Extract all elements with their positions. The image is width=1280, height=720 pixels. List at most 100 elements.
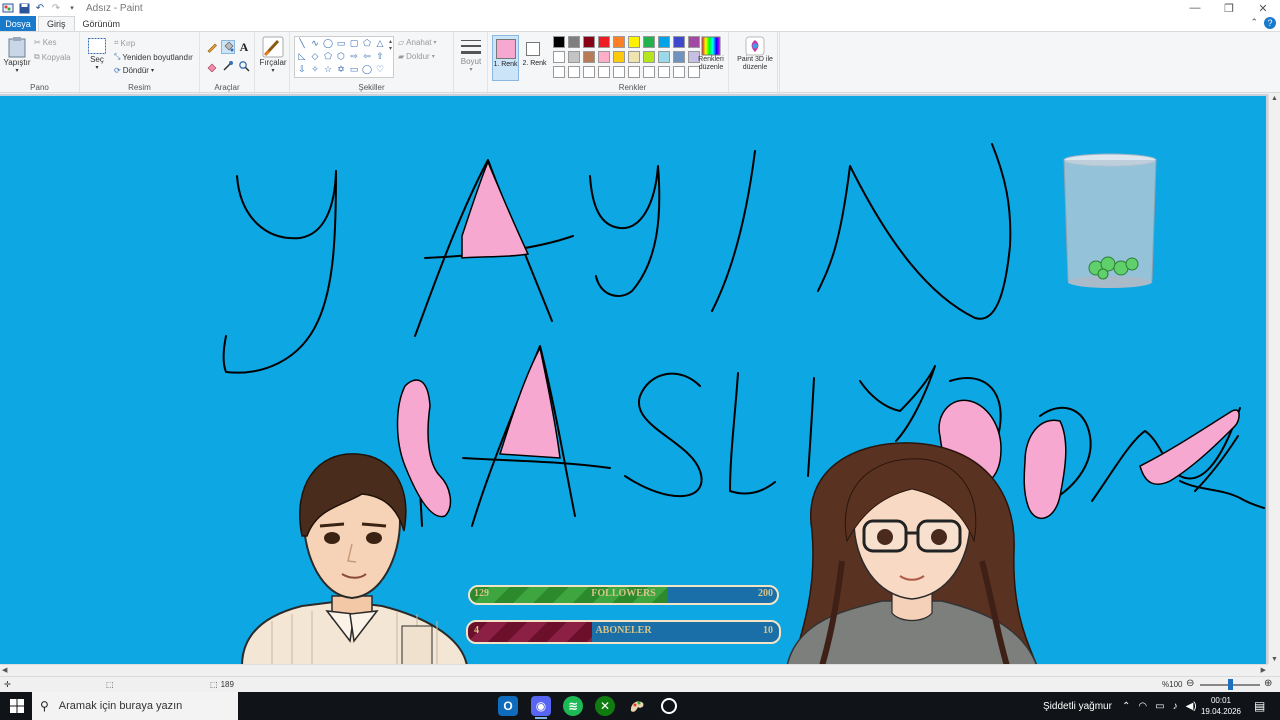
zoom-slider-thumb[interactable] bbox=[1228, 679, 1233, 690]
palette-color-swatch[interactable] bbox=[598, 36, 610, 48]
drawing-canvas[interactable]: 129 FOLLOWERS 200 4 ABONELER 10 bbox=[0, 96, 1266, 664]
outlook-app-icon[interactable]: O bbox=[498, 696, 518, 716]
palette-color-swatch[interactable] bbox=[658, 66, 670, 78]
pentagon-shape-icon[interactable]: ⬠ bbox=[322, 51, 334, 62]
callout-rectangle-shape-icon[interactable]: ▭ bbox=[348, 64, 360, 75]
six-point-star-shape-icon[interactable]: ✡ bbox=[335, 64, 347, 75]
vertical-scrollbar[interactable]: ▲ ▼ bbox=[1268, 94, 1280, 664]
tab-view[interactable]: Görünüm bbox=[75, 16, 129, 31]
magnifier-icon[interactable] bbox=[237, 59, 251, 73]
four-point-star-shape-icon[interactable]: ✧ bbox=[309, 64, 321, 75]
brushes-button[interactable]: Fırçalar ▾ bbox=[258, 36, 288, 74]
hexagon-shape-icon[interactable]: ⬡ bbox=[335, 51, 347, 62]
palette-color-swatch[interactable] bbox=[598, 51, 610, 63]
polygon-shape-icon[interactable]: ⬠ bbox=[361, 38, 373, 49]
palette-color-swatch[interactable] bbox=[598, 66, 610, 78]
windows-start-icon[interactable] bbox=[10, 699, 24, 713]
palette-color-swatch[interactable] bbox=[568, 51, 580, 63]
palette-color-swatch[interactable] bbox=[583, 66, 595, 78]
curve-shape-icon[interactable]: ∿ bbox=[309, 38, 321, 49]
callout-oval-shape-icon[interactable]: ◯ bbox=[361, 64, 373, 75]
paste-button[interactable]: Yapıştır ▾ bbox=[4, 36, 31, 74]
scroll-down-icon[interactable]: ▼ bbox=[1271, 656, 1278, 663]
size-button[interactable]: Boyut ▾ bbox=[457, 37, 485, 73]
color2-button[interactable]: 2. Renk bbox=[521, 35, 548, 81]
oval-shape-icon[interactable]: ◯ bbox=[322, 38, 334, 49]
save-icon[interactable] bbox=[18, 2, 30, 14]
fill-button[interactable]: ▰ Doldur ▾ bbox=[398, 52, 435, 61]
palette-color-swatch[interactable] bbox=[568, 66, 580, 78]
paste-dropdown-icon[interactable]: ▾ bbox=[15, 67, 18, 74]
shapes-gallery[interactable]: ╲ ∿ ◯ ▭ ▢ ⬠ △ ◺ ◇ ⬠ ⬡ ⇨ ⇦ ⇧ ⇩ ✧ ☆ ✡ ▭ ◯ … bbox=[294, 36, 394, 78]
palette-color-swatch[interactable] bbox=[643, 66, 655, 78]
palette-color-swatch[interactable] bbox=[613, 36, 625, 48]
select-dropdown-icon[interactable]: ▾ bbox=[95, 64, 98, 71]
up-arrow-shape-icon[interactable]: ⇧ bbox=[374, 51, 386, 62]
diamond-shape-icon[interactable]: ◇ bbox=[309, 51, 321, 62]
scroll-left-icon[interactable]: ◀ bbox=[2, 666, 7, 674]
color-picker-icon[interactable] bbox=[221, 59, 235, 73]
palette-color-swatch[interactable] bbox=[553, 66, 565, 78]
zoom-out-icon[interactable]: ⊖ bbox=[1186, 678, 1194, 689]
xbox-app-icon[interactable]: ✕ bbox=[595, 696, 615, 716]
scroll-right-icon[interactable]: ▶ bbox=[1261, 666, 1266, 674]
outline-button[interactable]: ▱ Anahat ▾ bbox=[398, 38, 437, 47]
shapes-scroll-icon[interactable]: ▴ ▾ bbox=[389, 38, 392, 52]
left-arrow-shape-icon[interactable]: ⇦ bbox=[361, 51, 373, 62]
down-arrow-shape-icon[interactable]: ⇩ bbox=[296, 64, 308, 75]
rounded-rectangle-shape-icon[interactable]: ▢ bbox=[348, 38, 360, 49]
palette-color-swatch[interactable] bbox=[658, 36, 670, 48]
minimize-button[interactable]: — bbox=[1178, 0, 1212, 16]
taskbar-clock[interactable]: 00:01 19.04.2026 bbox=[1196, 695, 1246, 717]
palette-color-swatch[interactable] bbox=[568, 36, 580, 48]
palette-color-swatch[interactable] bbox=[673, 51, 685, 63]
paint3d-button[interactable]: Paint 3D ile düzenle bbox=[732, 36, 778, 72]
paint-taskbar-icon[interactable] bbox=[627, 696, 647, 716]
right-arrow-shape-icon[interactable]: ⇨ bbox=[348, 51, 360, 62]
close-button[interactable]: ✕ bbox=[1246, 0, 1280, 16]
speaker-icon[interactable]: ◀) bbox=[1186, 701, 1197, 712]
palette-color-swatch[interactable] bbox=[613, 66, 625, 78]
fill-bucket-icon[interactable] bbox=[221, 40, 235, 54]
select-button[interactable]: Seç ▾ bbox=[84, 37, 110, 71]
palette-color-swatch[interactable] bbox=[673, 66, 685, 78]
horizontal-scrollbar[interactable]: ◀ ▶ bbox=[0, 664, 1268, 676]
heart-shape-icon[interactable]: ♡ bbox=[374, 64, 386, 75]
spotify-app-icon[interactable]: ≋ bbox=[563, 696, 583, 716]
scroll-up-icon[interactable]: ▲ bbox=[1271, 95, 1278, 102]
crop-button[interactable]: ⌗ Kırp bbox=[114, 38, 135, 48]
tray-chevron-icon[interactable]: ⌃ bbox=[1122, 701, 1130, 712]
palette-color-swatch[interactable] bbox=[628, 66, 640, 78]
copy-button[interactable]: ⧉ Kopyala bbox=[34, 52, 71, 62]
weather-status[interactable]: Şiddetli yağmur bbox=[1043, 692, 1112, 720]
palette-color-swatch[interactable] bbox=[628, 36, 640, 48]
palette-color-swatch[interactable] bbox=[673, 36, 685, 48]
palette-color-swatch[interactable] bbox=[553, 36, 565, 48]
obs-app-icon[interactable] bbox=[661, 698, 677, 714]
palette-color-swatch[interactable] bbox=[583, 51, 595, 63]
triangle-shape-icon[interactable]: △ bbox=[374, 38, 386, 49]
text-tool-icon[interactable]: A bbox=[237, 40, 251, 54]
tab-file[interactable]: Dosya bbox=[0, 16, 36, 31]
edit-colors-button[interactable]: Renkleri düzenle bbox=[692, 36, 730, 72]
line-shape-icon[interactable]: ╲ bbox=[296, 38, 308, 49]
customize-qat-icon[interactable]: ▾ bbox=[66, 2, 78, 14]
battery-icon[interactable]: ▭ bbox=[1155, 701, 1164, 712]
zoom-in-icon[interactable]: ⊕ bbox=[1264, 678, 1272, 689]
palette-color-swatch[interactable] bbox=[643, 36, 655, 48]
palette-color-swatch[interactable] bbox=[583, 36, 595, 48]
wifi-icon[interactable]: ◠ bbox=[1138, 701, 1147, 712]
microphone-icon[interactable]: ♪ bbox=[1173, 701, 1178, 712]
palette-color-swatch[interactable] bbox=[658, 51, 670, 63]
tab-home[interactable]: Giriş bbox=[38, 16, 75, 31]
undo-icon[interactable]: ↶ bbox=[34, 2, 46, 14]
redo-icon[interactable]: ↷ bbox=[50, 2, 62, 14]
taskbar-search-box[interactable]: ⚲ Aramak için buraya yazın bbox=[32, 692, 238, 720]
right-triangle-shape-icon[interactable]: ◺ bbox=[296, 51, 308, 62]
help-icon[interactable]: ? bbox=[1264, 17, 1276, 29]
rotate-button[interactable]: ⟳ Döndür ▾ bbox=[114, 66, 154, 75]
notifications-icon[interactable]: ▤ bbox=[1254, 692, 1265, 720]
discord-app-icon[interactable]: ◉ bbox=[531, 696, 551, 719]
resize-button[interactable]: ⤡ Yeniden boyutlandır bbox=[114, 52, 193, 62]
palette-color-swatch[interactable] bbox=[643, 51, 655, 63]
